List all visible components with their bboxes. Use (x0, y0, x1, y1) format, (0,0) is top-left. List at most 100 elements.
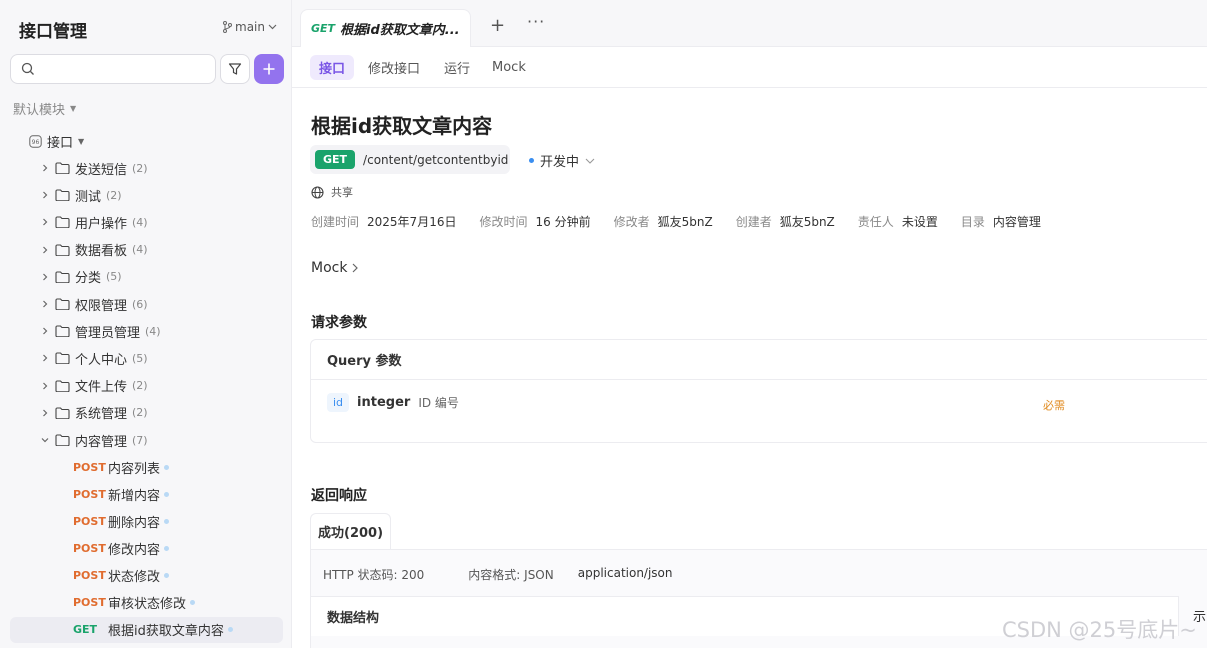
status-label: 开发中 (540, 155, 580, 170)
folder-icon (55, 352, 70, 365)
endpoint-item[interactable]: POST 修改内容 (73, 538, 170, 558)
endpoint-item[interactable]: POST 状态修改 (73, 565, 170, 585)
folder-name: 发送短信 (75, 162, 128, 178)
endpoint-status-dot (164, 572, 170, 578)
folder-icon (55, 162, 70, 174)
mock-section[interactable]: Mock (311, 260, 359, 276)
new-tab-button[interactable]: + (490, 15, 505, 36)
meta-value: 内容管理 (992, 215, 1041, 229)
endpoint-name: 内容列表 (108, 461, 161, 477)
status-dot (529, 158, 534, 163)
folder-item[interactable]: 个人中心 (5) (40, 348, 148, 368)
folder-item[interactable]: 内容管理 (7) (40, 430, 148, 450)
branch-selector[interactable]: main (222, 20, 277, 34)
endpoint-name: 修改内容 (108, 542, 161, 558)
folder-name: 个人中心 (75, 352, 128, 368)
subtab-edit[interactable]: 修改接口 (359, 55, 429, 80)
app: 接口管理 main 默认模块 ▼ 96 接口 ▼ 发送短信 (2) 测试 (2) 用户操… (0, 0, 1207, 648)
endpoint-item[interactable]: POST 审核状态修改 (73, 593, 196, 613)
meta-key: 责任人 (857, 215, 894, 229)
folder-count: (4) (145, 324, 161, 338)
folder-item[interactable]: 文件上传 (2) (40, 376, 148, 396)
folder-count: (5) (106, 270, 122, 284)
meta-value: 狐友5bnZ (779, 215, 835, 229)
meta-key: 目录 (960, 215, 985, 229)
mock-label: Mock (311, 260, 348, 276)
meta-key: 修改时间 (479, 215, 528, 229)
search-icon (21, 62, 34, 75)
filter-icon (228, 63, 242, 75)
folder-icon (55, 407, 70, 419)
query-params-box: Query 参数 id integer ID 编号 必需 (310, 339, 1207, 443)
endpoint-status-dot (227, 627, 233, 633)
response-title: 返回响应 (311, 488, 367, 504)
folder-name: 权限管理 (75, 298, 128, 314)
content-type: application/json (577, 566, 673, 580)
endpoint-status-dot (164, 518, 170, 524)
chevron-right-icon (43, 382, 48, 390)
module-selector[interactable]: 默认模块 ▼ (13, 99, 76, 118)
folder-name: 用户操作 (75, 216, 128, 232)
subtab-run[interactable]: 运行 (435, 55, 479, 80)
query-params-header: Query 参数 (311, 340, 1207, 380)
endpoint-status-dot (190, 600, 196, 605)
more-tabs-button[interactable]: ··· (527, 12, 545, 31)
folder-icon (55, 271, 70, 283)
tree-root[interactable]: 96 接口 ▼ (29, 132, 84, 151)
add-button[interactable] (254, 54, 284, 84)
api-icon: 96 (29, 135, 42, 148)
folder-name: 管理员管理 (75, 325, 141, 341)
endpoint-status-dot (164, 491, 170, 497)
share-label: 共享 (331, 186, 353, 199)
folder-count: (6) (132, 297, 148, 311)
folder-item[interactable]: 系统管理 (2) (40, 403, 148, 423)
folder-name: 系统管理 (75, 407, 128, 423)
filter-button[interactable] (220, 54, 250, 84)
chevron-right-icon (43, 354, 48, 362)
subtab-api[interactable]: 接口 (310, 55, 355, 80)
meta-item: 责任人 未设置 (858, 213, 938, 230)
chevron-right-icon (43, 273, 48, 281)
meta-item: 修改者 狐友5bnZ (614, 213, 713, 230)
response-tab-200[interactable]: 成功(200) (310, 513, 392, 549)
endpoint-item[interactable]: POST 删除内容 (73, 511, 170, 531)
folder-item[interactable]: 权限管理 (6) (40, 294, 148, 314)
endpoint-name: 删除内容 (108, 515, 161, 531)
param-desc: ID 编号 (418, 396, 459, 410)
endpoint-item[interactable]: POST 新增内容 (73, 484, 170, 504)
folder-count: (7) (132, 433, 148, 447)
meta-value: 未设置 (901, 215, 938, 229)
folder-item[interactable]: 数据看板 (4) (40, 240, 148, 260)
chevron-right-icon (43, 409, 48, 417)
meta-value: 2025年7月16日 (367, 215, 457, 229)
url-box[interactable]: GET /content/getcontentbyid (310, 145, 510, 174)
endpoint-name: 状态修改 (108, 569, 161, 585)
subtab-mock[interactable]: Mock (483, 55, 535, 80)
meta-info: 创建时间 2025年7月16日 修改时间 16 分钟前 修改者 狐友5bnZ 创建者 狐友5b… (311, 213, 1041, 230)
chevron-right-icon (43, 191, 48, 199)
param-row: id integer ID 编号 (327, 393, 459, 412)
share-row[interactable]: 共享 (311, 184, 353, 200)
tab-method: GET (311, 22, 336, 35)
folder-item[interactable]: 分类 (5) (40, 267, 122, 287)
folder-count: (4) (132, 243, 148, 257)
endpoint-item[interactable]: GET 根据id获取文章内容 (73, 620, 233, 640)
folder-item[interactable]: 发送短信 (2) (40, 158, 148, 178)
globe-icon (311, 185, 324, 199)
http-status: HTTP 状态码: 200 (323, 568, 425, 582)
meta-value: 狐友5bnZ (657, 215, 713, 229)
tab-active-endpoint[interactable]: GET 根据id获取文章内... (300, 9, 471, 47)
chevron-right-icon (43, 218, 48, 226)
folder-item[interactable]: 管理员管理 (4) (40, 321, 161, 341)
module-label: 默认模块 (13, 103, 66, 118)
plus-icon (263, 63, 275, 75)
status-selector[interactable]: 开发中 (529, 151, 595, 170)
endpoint-method: POST (73, 460, 106, 474)
endpoint-item[interactable]: POST 内容列表 (73, 457, 170, 477)
folder-item[interactable]: 测试 (2) (40, 185, 122, 205)
tab-title: 根据id获取文章内... (340, 23, 460, 38)
meta-item: 创建时间 2025年7月16日 (311, 213, 456, 230)
search-input[interactable] (10, 54, 216, 84)
tab-bar: GET 根据id获取文章内... + ··· (292, 0, 1207, 47)
folder-item[interactable]: 用户操作 (4) (40, 212, 148, 232)
